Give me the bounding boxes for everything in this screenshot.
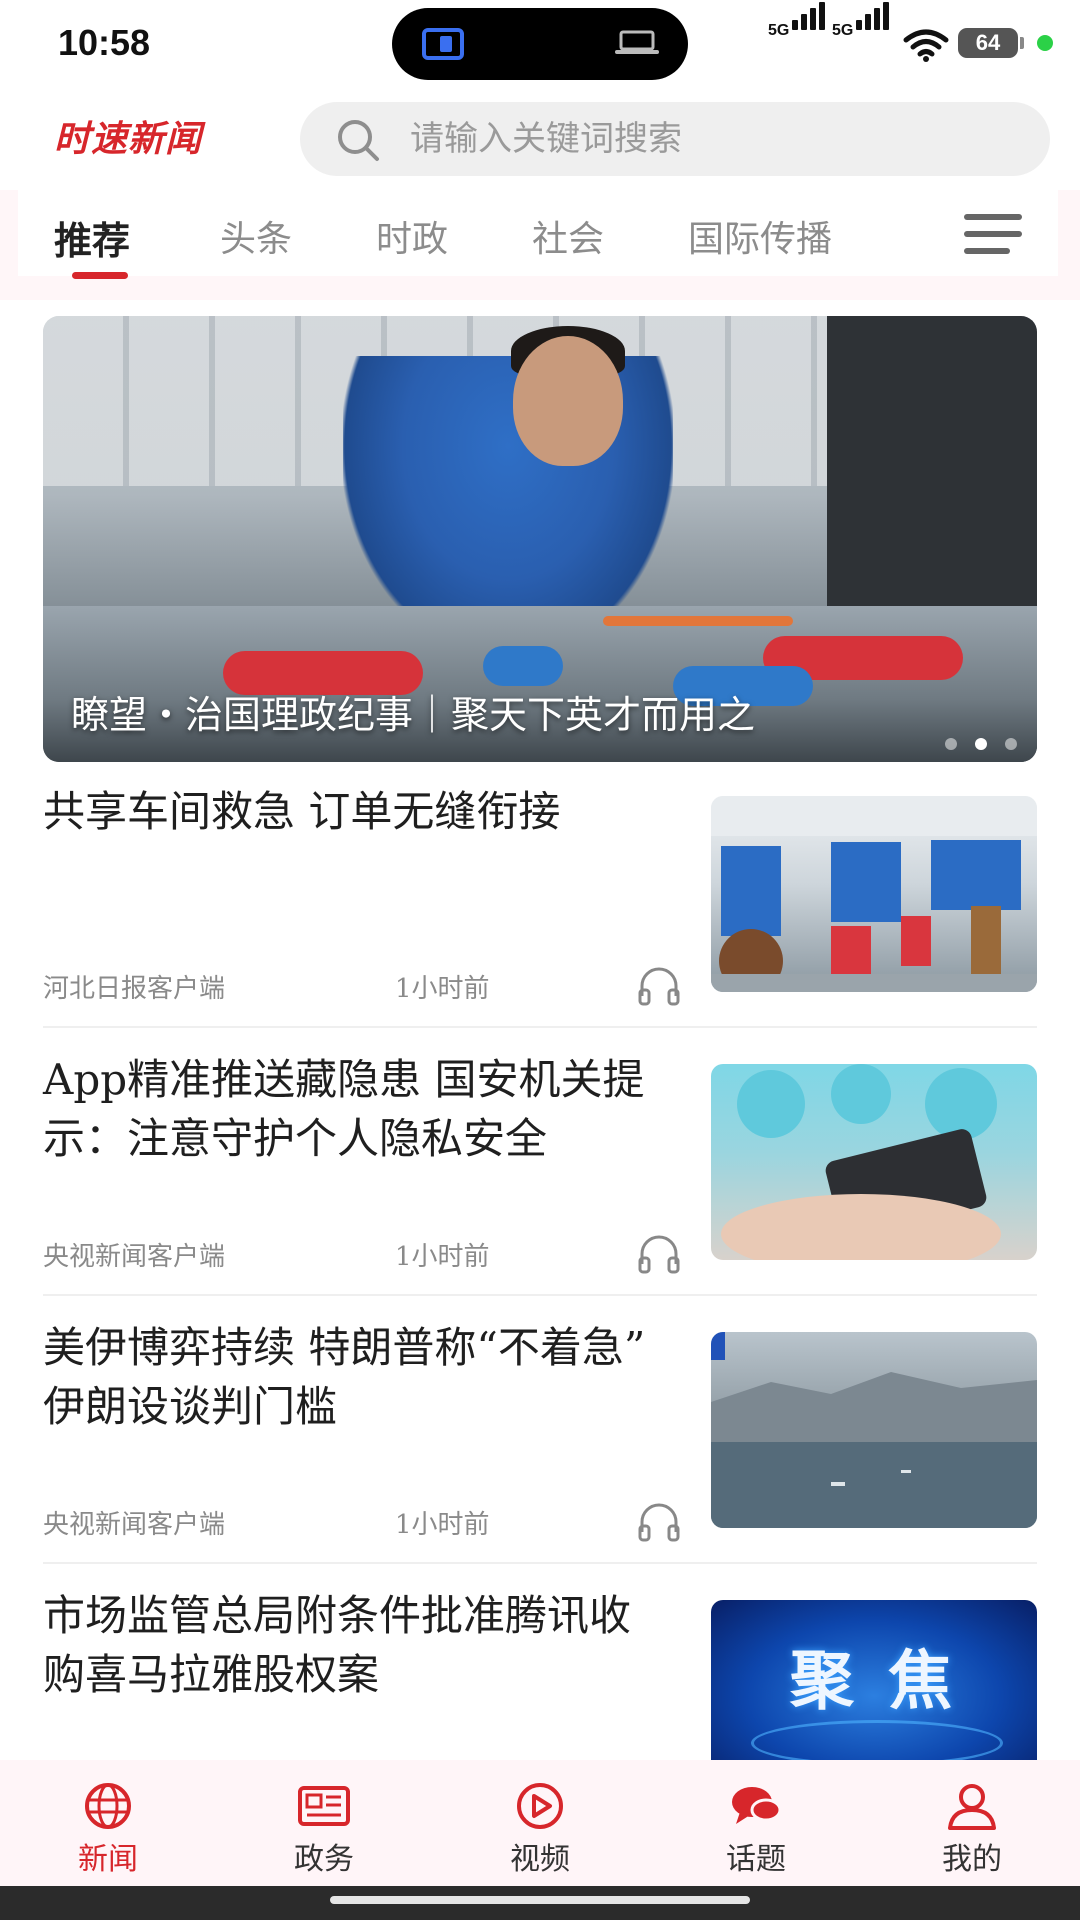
channel-tabs: 推荐 头条 时政 社会 国际传播: [18, 190, 1058, 276]
banner-dot-active: [975, 738, 987, 750]
factory-image: [711, 796, 1037, 992]
status-bar: 10:58 5G 5G 64: [0, 0, 1080, 90]
news-time: 1小时前: [395, 1242, 490, 1272]
status-time: 10:58: [58, 22, 151, 63]
newspaper-icon: [298, 1786, 350, 1826]
news-item[interactable]: 共享车间救急 订单无缝衔接 河北日报客户端 1小时前: [43, 782, 1037, 1006]
news-title: App精准推送藏隐患 国安机关提示：注意守护个人隐私安全: [43, 1055, 645, 1163]
bottom-navigation: 新闻 政务 视频 话题 我的: [0, 1760, 1080, 1886]
news-thumbnail: [711, 1064, 1037, 1260]
channel-tabs-bar: 推荐 头条 时政 社会 国际传播: [0, 190, 1080, 300]
nav-label: 话题: [726, 1842, 786, 1877]
headphones-icon[interactable]: [637, 1502, 681, 1542]
tab-recommend[interactable]: 推荐: [54, 210, 130, 265]
nav-label: 视频: [510, 1842, 570, 1877]
network-label-2: 5G: [832, 22, 854, 39]
sea-strait-image: [711, 1332, 1037, 1528]
news-source: 央视新闻客户端: [43, 1510, 226, 1540]
network-label-1: 5G: [768, 22, 790, 39]
laptop-icon: [615, 30, 659, 54]
news-source: 央视新闻客户端: [43, 1242, 226, 1272]
user-icon: [948, 1784, 996, 1830]
banner-dot: [1005, 738, 1017, 750]
news-item[interactable]: 市场监管总局附条件批准腾讯收购喜马拉雅股权案 聚 焦: [43, 1586, 1037, 1760]
headphones-icon[interactable]: [637, 1234, 681, 1274]
nav-label: 新闻: [78, 1842, 138, 1877]
screen-mirror-icon: [422, 28, 464, 60]
divider: [43, 1294, 1037, 1296]
active-tab-indicator: [72, 272, 128, 279]
app-logo: 时速新闻: [54, 119, 203, 160]
nav-government[interactable]: 政务: [264, 1760, 384, 1886]
play-icon: [517, 1783, 563, 1829]
tab-headlines[interactable]: 头条: [220, 210, 292, 262]
news-title: 市场监管总局附条件批准腾讯收购喜马拉雅股权案: [43, 1591, 632, 1699]
banner-pipe: [483, 646, 563, 686]
phone-in-hand-image: [721, 1064, 1001, 1260]
news-time: 1小时前: [395, 974, 490, 1004]
tab-international[interactable]: 国际传播: [688, 210, 832, 262]
news-title: 美伊博弈持续 特朗普称“不着急” 伊朗设谈判门槛: [43, 1323, 646, 1431]
news-thumbnail: [711, 796, 1037, 992]
focus-thumbnail-text: 聚 焦: [789, 1645, 959, 1719]
news-source: 河北日报客户端: [43, 974, 226, 1004]
banner-image-head: [513, 336, 623, 466]
nav-news[interactable]: 新闻: [48, 1760, 168, 1886]
banner-caption: 瞭望・治国理政纪事｜聚天下英才而用之: [71, 693, 756, 737]
globe-icon: [85, 1783, 131, 1829]
search-icon: [338, 120, 379, 161]
battery-indicator: 64: [958, 28, 1024, 58]
home-indicator[interactable]: [330, 1896, 750, 1904]
news-item[interactable]: App精准推送藏隐患 国安机关提示：注意守护个人隐私安全 央视新闻客户端 1小时…: [43, 1050, 1037, 1274]
headphones-icon[interactable]: [637, 966, 681, 1006]
nav-profile[interactable]: 我的: [912, 1760, 1032, 1886]
nav-label: 政务: [294, 1842, 354, 1877]
search-bar[interactable]: [300, 102, 1050, 176]
privacy-indicator-dot: [1037, 35, 1053, 51]
channel-menu-icon[interactable]: [962, 212, 1024, 256]
banner-dot: [945, 738, 957, 750]
nav-label: 我的: [942, 1842, 1002, 1877]
news-thumbnail: 聚 焦: [711, 1600, 1037, 1760]
news-item[interactable]: 美伊博弈持续 特朗普称“不着急” 伊朗设谈判门槛 央视新闻客户端 1小时前: [43, 1318, 1037, 1542]
news-thumbnail: [711, 1332, 1037, 1528]
focus-ring-decoration: [751, 1720, 1003, 1760]
divider: [43, 1026, 1037, 1028]
nav-video[interactable]: 视频: [480, 1760, 600, 1886]
wifi-icon: [903, 29, 949, 62]
chat-bubbles-icon: [732, 1787, 782, 1824]
divider: [43, 1562, 1037, 1564]
dynamic-island: [392, 8, 688, 80]
banner-cable: [603, 616, 793, 626]
news-time: 1小时前: [395, 1510, 490, 1540]
featured-banner[interactable]: 瞭望・治国理政纪事｜聚天下英才而用之: [43, 316, 1037, 762]
nav-topics[interactable]: 话题: [696, 1760, 816, 1886]
news-title: 共享车间救急 订单无缝衔接: [43, 787, 561, 836]
search-input[interactable]: [410, 102, 1010, 176]
tab-society[interactable]: 社会: [532, 210, 604, 262]
tab-politics[interactable]: 时政: [376, 210, 448, 262]
